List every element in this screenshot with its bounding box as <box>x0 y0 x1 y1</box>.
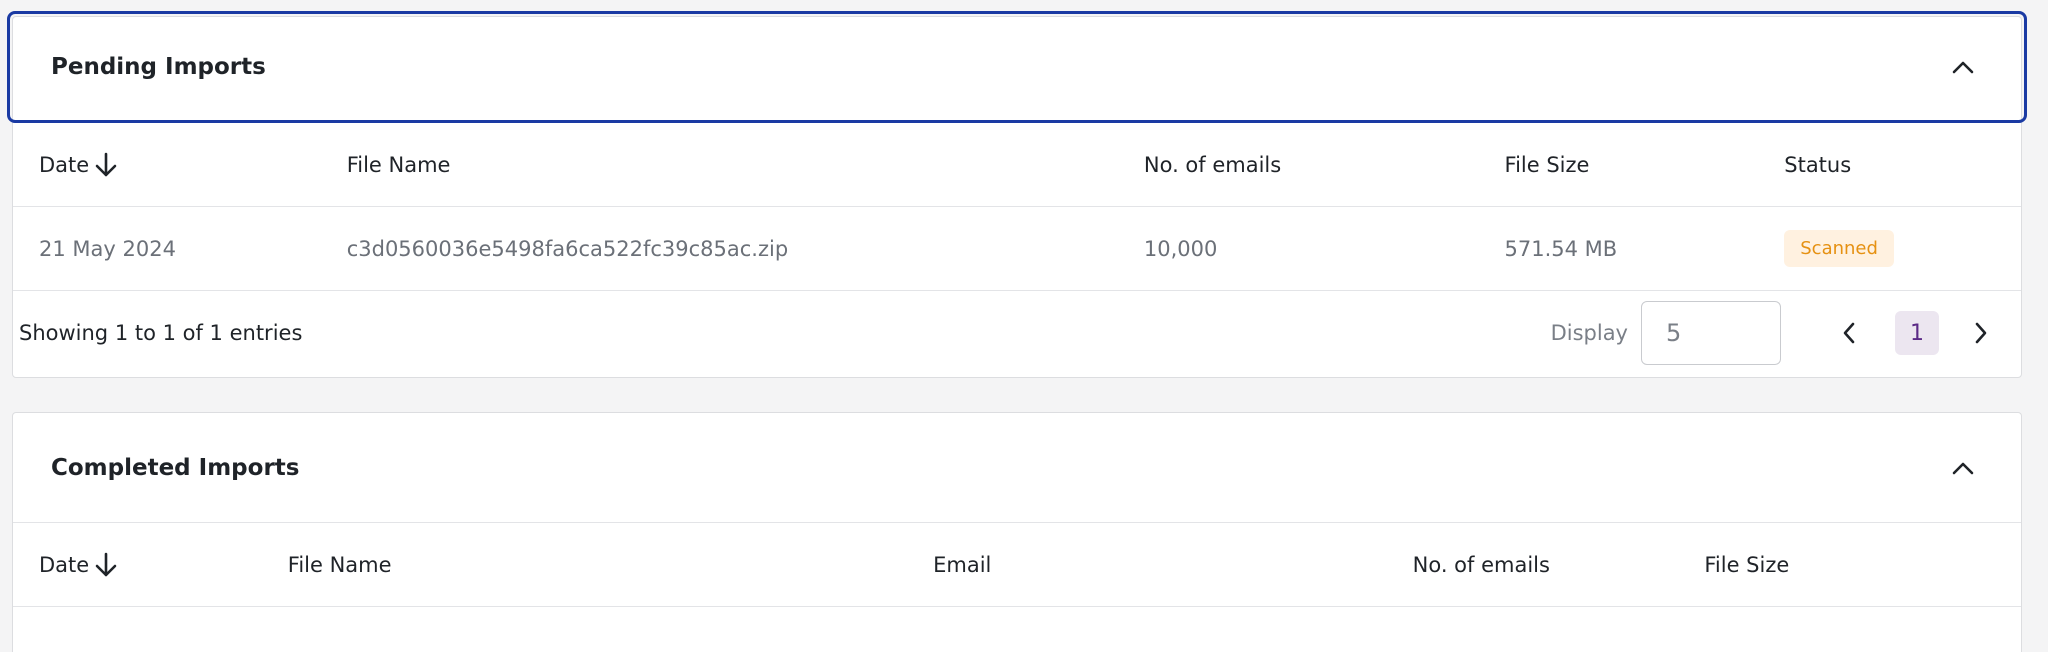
completed-imports-title: Completed Imports <box>51 454 300 481</box>
row-file-name: c3d0560036e5498fa6ca522fc39c85ac.zip <box>346 236 789 261</box>
completed-imports-card: Completed Imports Date File Name Email N… <box>12 412 2022 652</box>
arrow-down-icon <box>95 152 117 176</box>
column-header-date[interactable]: Date <box>13 152 321 178</box>
column-header-file-size: File Size <box>1704 552 1790 577</box>
completed-table-header: Date File Name Email No. of emails File … <box>13 523 2021 607</box>
column-header-emails: No. of emails <box>1143 152 1282 177</box>
pagination: Display 1 <box>1551 301 2001 365</box>
row-date: 21 May 2024 <box>39 236 176 261</box>
row-emails: 10,000 <box>1143 236 1218 261</box>
column-header-status: Status <box>1784 152 1852 177</box>
chevron-up-icon <box>1952 462 1974 474</box>
chevron-up-icon <box>1952 61 1974 74</box>
collapse-completed-button[interactable] <box>1943 448 1983 488</box>
pending-table-footer: Showing 1 to 1 of 1 entries Display 1 <box>13 291 2021 375</box>
column-header-file-size: File Size <box>1504 152 1590 177</box>
status-badge: Scanned <box>1784 230 1894 267</box>
previous-page-button[interactable] <box>1829 311 1869 355</box>
column-header-email: Email <box>933 552 992 577</box>
entries-summary: Showing 1 to 1 of 1 entries <box>19 321 303 345</box>
collapse-pending-button[interactable] <box>1943 47 1983 87</box>
pending-imports-title: Pending Imports <box>51 54 266 80</box>
completed-imports-header[interactable]: Completed Imports <box>13 413 2021 523</box>
next-page-button[interactable] <box>1961 311 2001 355</box>
arrow-down-icon <box>95 552 117 576</box>
pending-imports-card: Pending Imports Date File Name No. of em… <box>7 11 2027 378</box>
table-row: 21 May 2024 c3d0560036e5498fa6ca522fc39c… <box>13 207 2021 291</box>
chevron-right-icon <box>1975 322 1987 344</box>
page-button-1[interactable]: 1 <box>1895 311 1939 355</box>
row-status: Scanned <box>1758 230 2021 267</box>
display-count-input[interactable] <box>1641 301 1781 365</box>
row-file-size: 571.54 MB <box>1504 236 1618 261</box>
column-header-date[interactable]: Date <box>13 552 262 578</box>
column-header-emails: No. of emails <box>1412 552 1550 577</box>
column-header-file-name: File Name <box>287 552 392 577</box>
pending-table-header: Date File Name No. of emails File Size S… <box>13 123 2021 207</box>
display-label: Display <box>1550 321 1628 345</box>
pending-imports-header[interactable]: Pending Imports <box>7 11 2027 123</box>
chevron-left-icon <box>1843 322 1855 344</box>
column-header-file-name: File Name <box>346 152 451 177</box>
